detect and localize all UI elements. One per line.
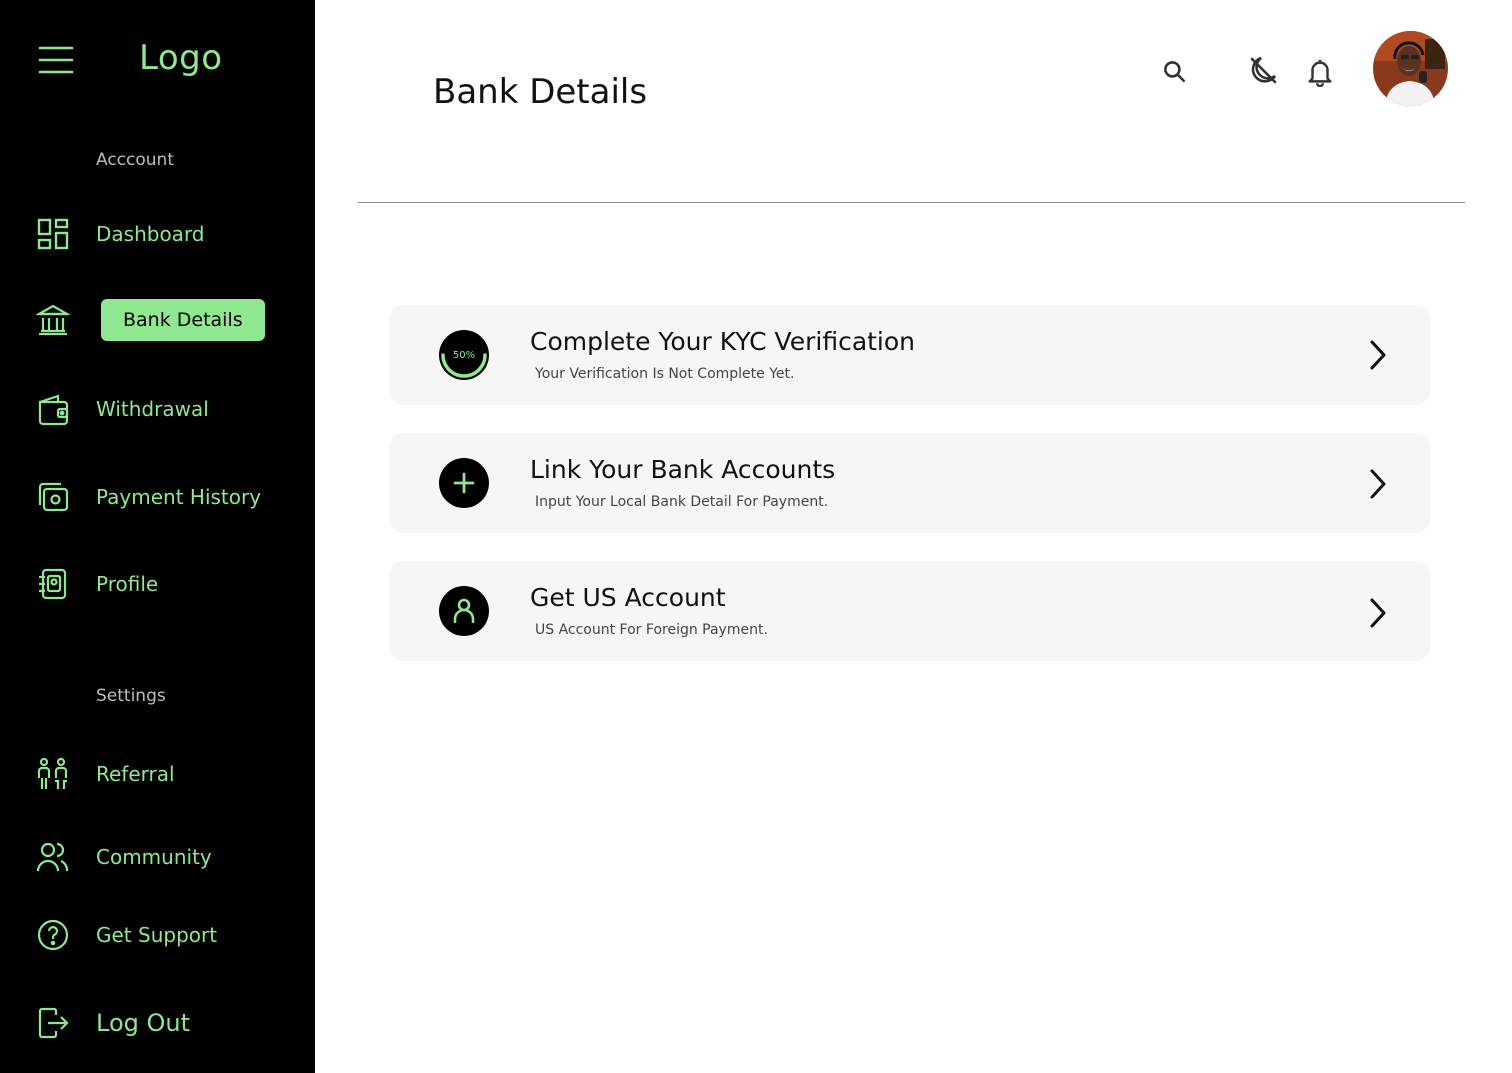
sidebar-item-label: Log Out xyxy=(96,1009,191,1037)
search-icon[interactable] xyxy=(1159,56,1191,88)
sidebar-item-label: Dashboard xyxy=(96,222,205,246)
referral-icon xyxy=(35,756,71,792)
section-label-account: Acccount xyxy=(96,150,174,170)
kyc-progress-label: 50% xyxy=(452,349,476,361)
page-title: Bank Details xyxy=(433,72,648,112)
sidebar-item-referral[interactable]: Referral xyxy=(0,746,315,802)
sidebar-item-label: Referral xyxy=(96,762,175,786)
sidebar-item-label: Profile xyxy=(96,572,159,596)
sidebar-item-dashboard[interactable]: Dashboard xyxy=(0,206,315,262)
card-subtitle: Input Your Local Bank Detail For Payment… xyxy=(535,494,829,510)
sidebar-item-profile[interactable]: Profile xyxy=(0,556,315,612)
user-icon xyxy=(439,586,489,636)
sidebar-item-get-support[interactable]: Get Support xyxy=(0,907,315,963)
chevron-right-icon[interactable] xyxy=(1364,467,1392,501)
section-label-settings: Settings xyxy=(96,686,166,706)
header-divider xyxy=(358,202,1465,203)
help-icon xyxy=(35,917,71,953)
add-icon xyxy=(439,458,489,508)
chevron-right-icon[interactable] xyxy=(1364,596,1392,630)
notification-bell-icon[interactable] xyxy=(1304,56,1336,88)
kyc-verification-card[interactable]: 50% Complete Your KYC Verification Your … xyxy=(389,305,1430,405)
bank-icon xyxy=(35,302,71,338)
card-title: Link Your Bank Accounts xyxy=(530,455,836,484)
profile-book-icon xyxy=(35,566,71,602)
card-title: Get US Account xyxy=(530,583,726,612)
chevron-right-icon[interactable] xyxy=(1364,338,1392,372)
sidebar-item-label: Get Support xyxy=(96,923,218,947)
card-subtitle: Your Verification Is Not Complete Yet. xyxy=(535,366,795,382)
sidebar-item-label: Community xyxy=(96,845,212,869)
user-avatar[interactable] xyxy=(1373,31,1448,106)
kyc-progress-ring: 50% xyxy=(439,330,489,380)
card-subtitle: US Account For Foreign Payment. xyxy=(535,622,768,638)
payment-history-icon xyxy=(35,479,71,515)
get-us-account-card[interactable]: Get US Account US Account For Foreign Pa… xyxy=(389,561,1430,661)
dark-mode-icon[interactable] xyxy=(1247,54,1279,86)
card-title: Complete Your KYC Verification xyxy=(530,327,916,356)
sidebar: Logo Acccount Dashboard Bank Details Wit… xyxy=(0,0,315,1073)
link-bank-accounts-card[interactable]: Link Your Bank Accounts Input Your Local… xyxy=(389,433,1430,533)
sidebar-item-label: Withdrawal xyxy=(96,397,209,421)
hamburger-menu-icon[interactable] xyxy=(38,44,74,76)
logo[interactable]: Logo xyxy=(139,38,223,78)
dashboard-icon xyxy=(35,216,71,252)
wallet-icon xyxy=(35,391,71,427)
sidebar-item-label: Bank Details xyxy=(101,299,265,341)
sidebar-item-withdrawal[interactable]: Withdrawal xyxy=(0,381,315,437)
sidebar-item-community[interactable]: Community xyxy=(0,829,315,885)
logout-icon xyxy=(35,1005,71,1041)
sidebar-item-payment-history[interactable]: Payment History xyxy=(0,469,315,525)
sidebar-item-label: Payment History xyxy=(96,485,262,509)
logout-button[interactable]: Log Out xyxy=(0,995,315,1051)
community-icon xyxy=(35,839,71,875)
sidebar-item-bank-details[interactable]: Bank Details xyxy=(0,292,315,348)
